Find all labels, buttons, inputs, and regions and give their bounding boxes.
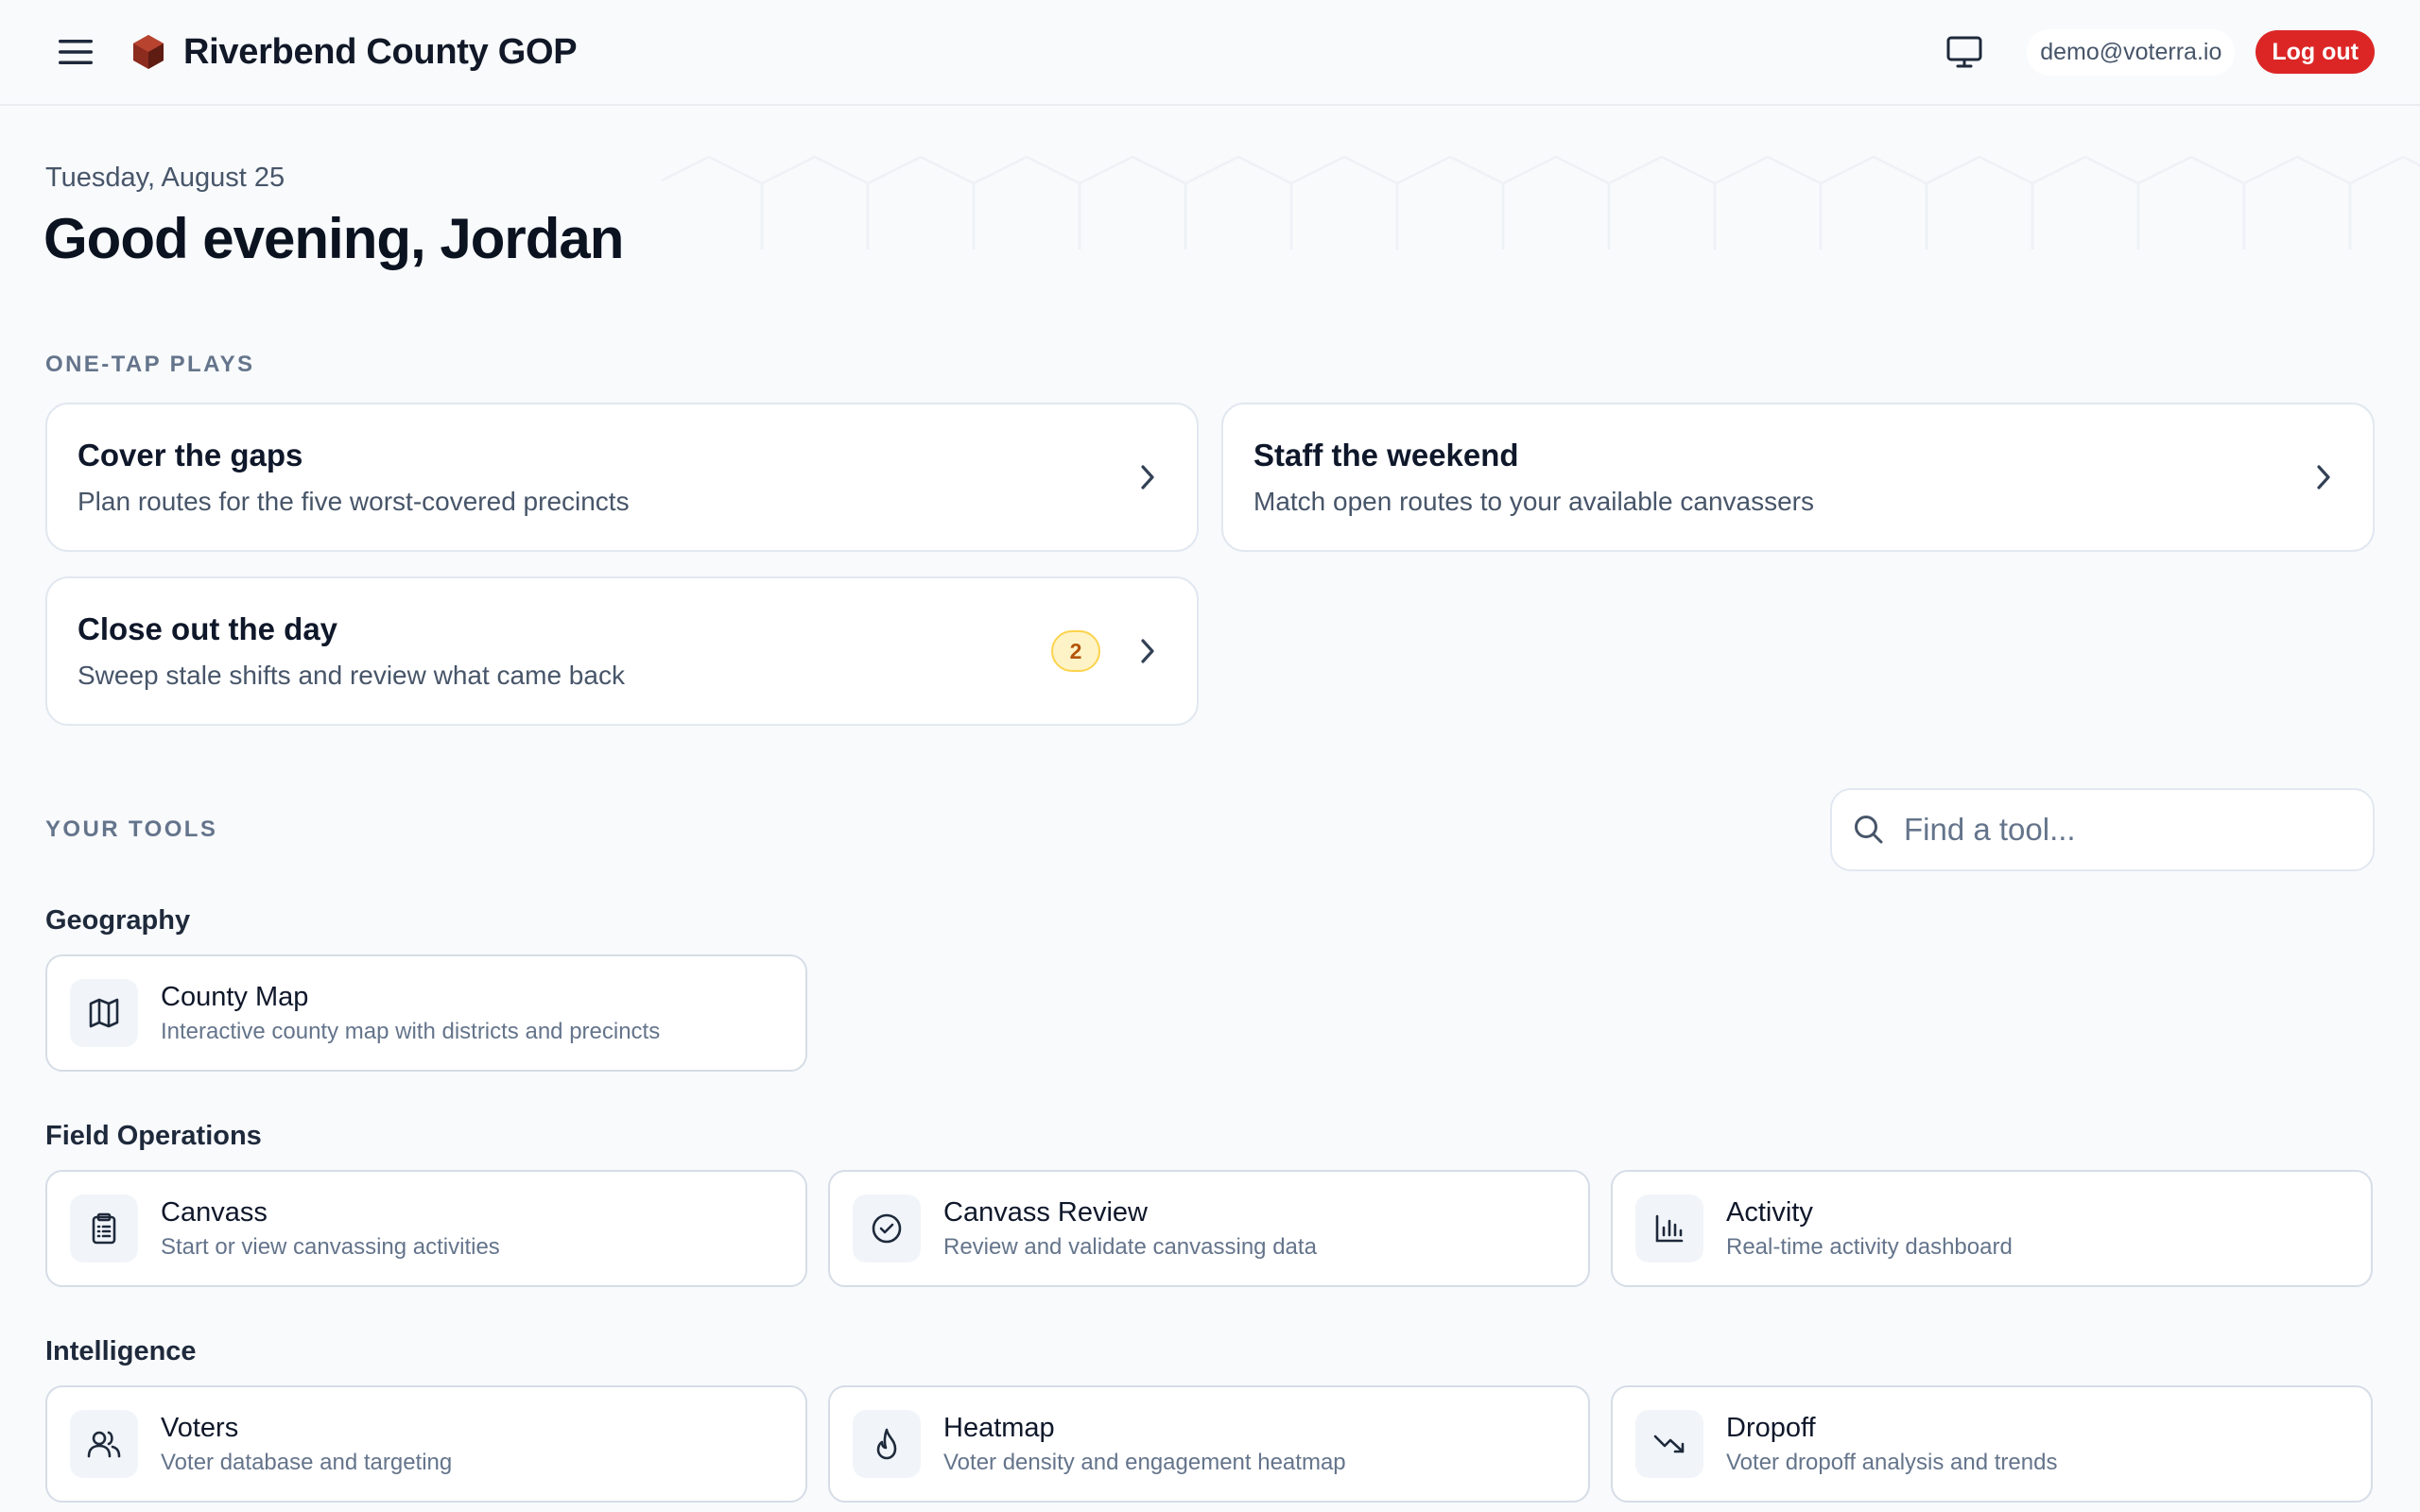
hexagon-background-pattern: [662, 151, 2420, 255]
tool-name: Dropoff: [1726, 1412, 1816, 1443]
tool-card-county-map[interactable]: County Map Interactive county map with d…: [45, 954, 807, 1072]
bar-chart-icon: [1655, 1214, 1684, 1243]
tool-icon-box: [70, 1410, 138, 1478]
hexagon-outline: [866, 155, 976, 249]
play-subtitle: Match open routes to your available canv…: [1253, 487, 1814, 516]
play-subtitle: Plan routes for the five worst-covered p…: [78, 487, 630, 516]
chevron-right-icon: [2305, 458, 2342, 496]
play-card-staff-weekend[interactable]: Staff the weekend Match open routes to y…: [1221, 403, 2375, 552]
tool-text: Dropoff Voter dropoff analysis and trend…: [1726, 1413, 2057, 1476]
tool-search-input[interactable]: [1904, 812, 2358, 848]
brand-title: Riverbend County GOP: [183, 31, 578, 72]
chevron-right-icon: [1129, 632, 1167, 670]
app-header: Riverbend County GOP demo@voterra.io Log…: [0, 0, 2420, 106]
header-actions: demo@voterra.io Log out: [1936, 24, 2375, 80]
tool-card-dropoff[interactable]: Dropoff Voter dropoff analysis and trend…: [1611, 1385, 2373, 1503]
tool-description: Review and validate canvassing data: [943, 1233, 1317, 1260]
tool-name: Voters: [161, 1412, 239, 1443]
group-title-geography: Geography: [45, 905, 191, 936]
logout-button[interactable]: Log out: [2256, 30, 2375, 74]
group-title-field-operations: Field Operations: [45, 1121, 262, 1151]
hexagon-logo: [133, 35, 164, 69]
tool-name: Heatmap: [943, 1412, 1055, 1443]
tool-card-voters[interactable]: Voters Voter database and targeting: [45, 1385, 807, 1503]
play-card-close-out-day[interactable]: Close out the day Sweep stale shifts and…: [45, 576, 1199, 726]
tool-card-canvass[interactable]: Canvass Start or view canvassing activit…: [45, 1170, 807, 1287]
tool-name: Canvass: [161, 1196, 268, 1228]
tool-description: Voter dropoff analysis and trends: [1726, 1449, 2058, 1475]
check-circle-icon: [872, 1213, 902, 1244]
hexagon-outline: [760, 155, 870, 249]
tool-text: Activity Real-time activity dashboard: [1726, 1197, 2013, 1261]
hexagon-outline: [1501, 155, 1611, 249]
tool-search[interactable]: [1830, 788, 2375, 871]
group-title-intelligence: Intelligence: [45, 1336, 197, 1366]
tool-text: Canvass Review Review and validate canva…: [943, 1197, 1317, 1261]
tool-text: Canvass Start or view canvassing activit…: [161, 1197, 500, 1261]
hexagon-outline: [1713, 155, 1823, 249]
hamburger-icon: [59, 40, 93, 64]
tool-icon-box: [853, 1194, 921, 1263]
tool-description: Real-time activity dashboard: [1726, 1233, 2013, 1260]
hexagon-outline: [1395, 155, 1505, 249]
play-card-cover-gaps[interactable]: Cover the gaps Plan routes for the five …: [45, 403, 1199, 552]
tool-icon-box: [1635, 1194, 1703, 1263]
play-title: Cover the gaps: [78, 438, 303, 472]
play-card-text: Close out the day Sweep stale shifts and…: [78, 611, 1051, 691]
tool-card-heatmap[interactable]: Heatmap Voter density and engagement hea…: [828, 1385, 1590, 1503]
greeting-heading: Good evening, Jordan: [43, 207, 624, 270]
hexagon-outline: [1184, 155, 1293, 249]
tool-text: County Map Interactive county map with d…: [161, 982, 660, 1045]
hexagon-outline: [2242, 155, 2352, 249]
pending-count-badge: 2: [1051, 630, 1100, 672]
clipboard-icon: [92, 1212, 116, 1245]
tool-description: Start or view canvassing activities: [161, 1233, 500, 1260]
hexagon-outline: [1607, 155, 1717, 249]
users-icon: [87, 1431, 121, 1458]
hexagon-outline: [1289, 155, 1399, 249]
tool-icon-box: [70, 1194, 138, 1263]
hexagon-outline: [2031, 155, 2140, 249]
hexagon-outline: [2136, 155, 2246, 249]
tool-name: Canvass Review: [943, 1196, 1148, 1228]
current-date: Tuesday, August 25: [45, 163, 285, 193]
play-title: Close out the day: [78, 611, 338, 646]
display-mode-button[interactable]: [1936, 24, 1993, 80]
tool-icon-box: [70, 979, 138, 1047]
tool-name: Activity: [1726, 1196, 1813, 1228]
hexagon-outline: [972, 155, 1081, 249]
menu-button[interactable]: [49, 26, 102, 78]
user-email: demo@voterra.io: [2027, 28, 2236, 76]
tool-icon-box: [1635, 1410, 1703, 1478]
play-title: Staff the weekend: [1253, 438, 1519, 472]
hexagon-outline: [1819, 155, 1928, 249]
tools-section-label: YOUR TOOLS: [45, 816, 218, 842]
tool-description: Voter database and targeting: [161, 1449, 453, 1475]
map-icon: [89, 998, 119, 1028]
search-icon: [1855, 816, 1883, 844]
hexagon-outline: [1078, 155, 1187, 249]
chevron-right-icon: [1129, 458, 1167, 496]
tool-name: County Map: [161, 981, 309, 1012]
hexagon-outline: [1925, 155, 2034, 249]
play-card-text: Cover the gaps Plan routes for the five …: [78, 438, 1129, 517]
hexagon-outline: [662, 155, 764, 249]
tool-icon-box: [853, 1410, 921, 1478]
play-subtitle: Sweep stale shifts and review what came …: [78, 661, 625, 690]
plays-section-label: ONE-TAP PLAYS: [45, 352, 255, 377]
tool-text: Voters Voter database and targeting: [161, 1413, 452, 1476]
monitor-icon: [1946, 36, 1982, 68]
trending-down-icon: [1653, 1435, 1685, 1453]
tool-description: Interactive county map with districts an…: [161, 1018, 661, 1044]
tool-card-activity[interactable]: Activity Real-time activity dashboard: [1611, 1170, 2373, 1287]
tool-description: Voter density and engagement heatmap: [943, 1449, 1346, 1475]
tool-card-canvass-review[interactable]: Canvass Review Review and validate canva…: [828, 1170, 1590, 1287]
play-card-text: Staff the weekend Match open routes to y…: [1253, 438, 2305, 517]
tool-text: Heatmap Voter density and engagement hea…: [943, 1413, 1346, 1476]
hexagon-outline: [2348, 155, 2420, 249]
flame-icon: [876, 1428, 897, 1460]
